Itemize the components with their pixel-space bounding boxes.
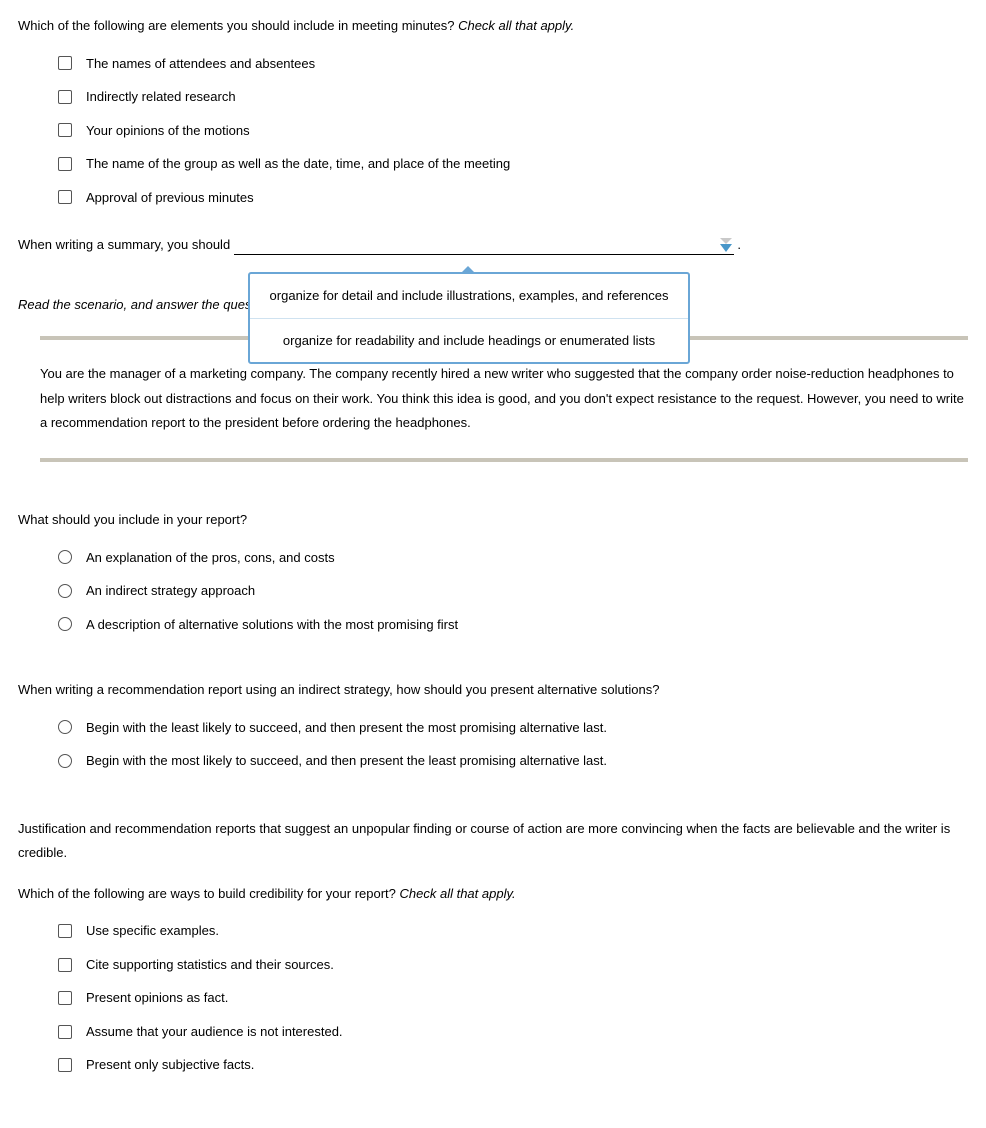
- q1-text: Which of the following are elements you …: [18, 18, 458, 33]
- checkbox-icon[interactable]: [58, 1058, 72, 1072]
- divider: [40, 458, 968, 462]
- option-label: An indirect strategy approach: [86, 581, 255, 601]
- checkbox-icon[interactable]: [58, 190, 72, 204]
- q1-option[interactable]: The name of the group as well as the dat…: [58, 154, 968, 174]
- q3-options: An explanation of the pros, cons, and co…: [58, 548, 968, 635]
- q2-before: When writing a summary, you should: [18, 237, 234, 252]
- option-label: Your opinions of the motions: [86, 121, 250, 141]
- q1-option[interactable]: Your opinions of the motions: [58, 121, 968, 141]
- option-label: Use specific examples.: [86, 921, 219, 941]
- q4-options: Begin with the least likely to succeed, …: [58, 718, 968, 771]
- q4-prompt: When writing a recommendation report usi…: [18, 680, 968, 700]
- radio-icon[interactable]: [58, 720, 72, 734]
- option-label: Present only subjective facts.: [86, 1055, 254, 1075]
- q2-prompt: When writing a summary, you should .: [18, 235, 968, 255]
- checkbox-icon[interactable]: [58, 958, 72, 972]
- q5-option[interactable]: Present only subjective facts.: [58, 1055, 968, 1075]
- q1-options: The names of attendees and absentees Ind…: [58, 54, 968, 208]
- radio-icon[interactable]: [58, 617, 72, 631]
- option-label: Indirectly related research: [86, 87, 236, 107]
- q3-option[interactable]: An indirect strategy approach: [58, 581, 968, 601]
- option-label: Begin with the least likely to succeed, …: [86, 718, 607, 738]
- q5-options: Use specific examples. Cite supporting s…: [58, 921, 968, 1075]
- checkbox-icon[interactable]: [58, 1025, 72, 1039]
- checkbox-icon[interactable]: [58, 991, 72, 1005]
- dropdown-option[interactable]: organize for readability and include hea…: [250, 318, 688, 363]
- option-label: Assume that your audience is not interes…: [86, 1022, 343, 1042]
- dropdown-arrow-icon[interactable]: [720, 244, 732, 252]
- option-label: Present opinions as fact.: [86, 988, 228, 1008]
- q5-option[interactable]: Use specific examples.: [58, 921, 968, 941]
- option-label: Approval of previous minutes: [86, 188, 254, 208]
- option-label: An explanation of the pros, cons, and co…: [86, 548, 335, 568]
- q4-option[interactable]: Begin with the most likely to succeed, a…: [58, 751, 968, 771]
- checkbox-icon[interactable]: [58, 924, 72, 938]
- q1-option[interactable]: Indirectly related research: [58, 87, 968, 107]
- checkbox-icon[interactable]: [58, 157, 72, 171]
- q5-text: Which of the following are ways to build…: [18, 886, 400, 901]
- q3-option[interactable]: An explanation of the pros, cons, and co…: [58, 548, 968, 568]
- radio-icon[interactable]: [58, 754, 72, 768]
- checkbox-icon[interactable]: [58, 123, 72, 137]
- checkbox-icon[interactable]: [58, 56, 72, 70]
- q1-option[interactable]: Approval of previous minutes: [58, 188, 968, 208]
- q1-hint: Check all that apply.: [458, 18, 574, 33]
- q2-after: .: [734, 237, 741, 252]
- option-label: Cite supporting statistics and their sou…: [86, 955, 334, 975]
- option-label: The name of the group as well as the dat…: [86, 154, 510, 174]
- q5-option[interactable]: Assume that your audience is not interes…: [58, 1022, 968, 1042]
- q1-prompt: Which of the following are elements you …: [18, 16, 968, 36]
- q5-intro: Justification and recommendation reports…: [18, 817, 968, 866]
- option-label: Begin with the most likely to succeed, a…: [86, 751, 607, 771]
- q3-prompt: What should you include in your report?: [18, 510, 968, 530]
- radio-icon[interactable]: [58, 584, 72, 598]
- q2-dropdown: organize for detail and include illustra…: [248, 272, 690, 364]
- option-label: A description of alternative solutions w…: [86, 615, 458, 635]
- option-label: The names of attendees and absentees: [86, 54, 315, 74]
- scenario-body: You are the manager of a marketing compa…: [40, 362, 968, 436]
- q4-option[interactable]: Begin with the least likely to succeed, …: [58, 718, 968, 738]
- q2-blank[interactable]: [234, 254, 734, 255]
- q3-option[interactable]: A description of alternative solutions w…: [58, 615, 968, 635]
- checkbox-icon[interactable]: [58, 90, 72, 104]
- q5-option[interactable]: Cite supporting statistics and their sou…: [58, 955, 968, 975]
- q1-option[interactable]: The names of attendees and absentees: [58, 54, 968, 74]
- q5-hint: Check all that apply.: [400, 886, 516, 901]
- q5-prompt: Which of the following are ways to build…: [18, 884, 968, 904]
- dropdown-option[interactable]: organize for detail and include illustra…: [250, 274, 688, 318]
- radio-icon[interactable]: [58, 550, 72, 564]
- q5-option[interactable]: Present opinions as fact.: [58, 988, 968, 1008]
